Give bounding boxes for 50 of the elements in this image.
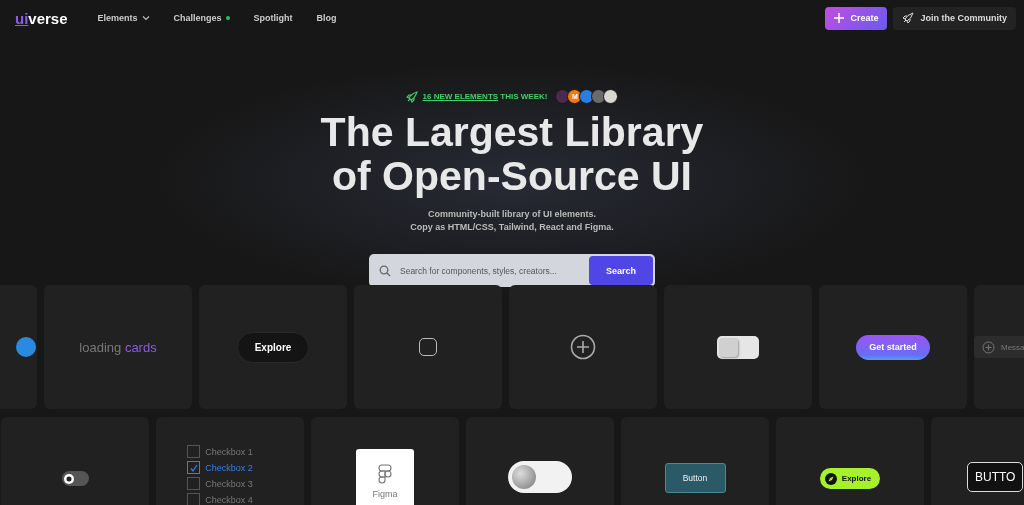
component-card[interactable] <box>664 285 812 409</box>
figma-card[interactable]: Figma <box>356 449 414 505</box>
glass-button[interactable]: Button <box>664 463 726 493</box>
status-dot <box>225 16 230 20</box>
toggle-switch[interactable] <box>508 461 572 493</box>
nav-link[interactable]: Blog <box>316 13 337 23</box>
component-card[interactable]: BUTTO <box>931 417 1024 505</box>
rocket-icon <box>902 12 915 24</box>
hero-title: The Largest Library of Open-Source UI <box>320 110 704 198</box>
component-card[interactable] <box>466 417 614 505</box>
figma-logo-icon <box>378 463 392 484</box>
nav-link[interactable]: Elements <box>97 13 150 23</box>
checkbox-option[interactable]: Checkbox 2 <box>187 461 253 474</box>
search-field[interactable]: Search for components, styles, creators... Search <box>369 254 655 287</box>
toggle-switch[interactable] <box>61 471 89 486</box>
compass-icon <box>824 472 837 485</box>
checkbox-option[interactable]: Checkbox 4 <box>187 493 253 505</box>
logo[interactable]: uiverse <box>15 9 68 27</box>
get-started-button[interactable]: Get started <box>856 334 930 360</box>
plus-icon <box>834 13 845 23</box>
component-card[interactable]: Get started <box>819 285 967 409</box>
search-icon <box>379 264 391 277</box>
announcement-text: 16 NEW ELEMENTS THIS WEEK! <box>422 92 548 101</box>
component-card[interactable]: Explore <box>199 285 347 409</box>
create-button[interactable]: Create <box>825 6 888 30</box>
component-card[interactable]: Checkbox 1 Checkbox 2 Checkbox 3 Checkbox 4 <box>156 417 304 505</box>
checkmark-icon <box>188 462 199 473</box>
component-card[interactable]: loading cards <box>44 285 192 409</box>
toggle-switch[interactable] <box>717 335 759 359</box>
component-card[interactable]: Figma <box>311 417 459 505</box>
join-community-button[interactable]: Join the Community <box>893 6 1016 30</box>
circle-shape <box>16 337 36 357</box>
new-elements-link[interactable]: 16 NEW ELEMENTS <box>422 92 499 101</box>
nav-link[interactable]: Challenges <box>173 13 230 23</box>
component-card[interactable]: Button <box>621 417 769 505</box>
checkbox[interactable] <box>419 338 437 356</box>
nav-link[interactable]: Spotlight <box>253 13 293 23</box>
plus-circle-icon[interactable] <box>570 334 596 360</box>
explore-button[interactable]: Explore <box>819 468 881 489</box>
chevron-down-icon <box>141 15 150 21</box>
plus-circle-icon <box>982 340 995 354</box>
explore-button[interactable]: Explore <box>236 331 310 363</box>
search-button[interactable]: Search <box>589 256 653 285</box>
component-card[interactable]: Explore <box>776 417 924 505</box>
loading-text: loading cards <box>79 339 157 355</box>
checkbox-option[interactable]: Checkbox 3 <box>187 477 253 490</box>
rocket-icon <box>405 90 418 103</box>
hero-subtitle: Community-built library of UI elements. Copy as HTML/CSS, Tailwind, React and Figma. <box>410 208 614 234</box>
checkbox-option[interactable]: Checkbox 1 <box>187 445 253 458</box>
outline-button[interactable]: BUTTO <box>967 462 1024 492</box>
